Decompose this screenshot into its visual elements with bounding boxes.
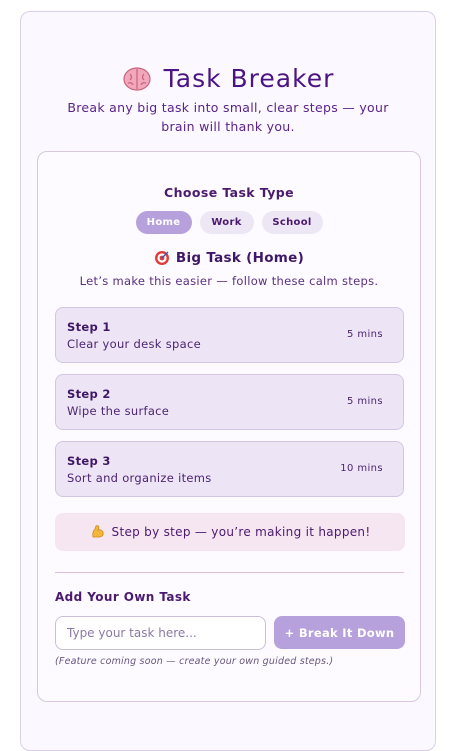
target-icon (154, 251, 169, 265)
app-title: Task Breaker (21, 64, 435, 94)
feature-note: (Feature coming soon — create your own g… (55, 656, 334, 667)
step-name: Step 3 (67, 454, 111, 468)
divider (55, 572, 404, 573)
big-task-heading: Big Task (Home) (38, 250, 420, 266)
tab-school[interactable]: School (261, 211, 323, 234)
step-name: Step 2 (67, 387, 111, 401)
flexed-bicep-icon (91, 525, 104, 538)
step-card: Step 1 Clear your desk space 5 mins (55, 307, 404, 363)
encouragement-banner: Step by step — you’re making it happen! (55, 513, 405, 551)
app-title-text: Task Breaker (163, 64, 335, 93)
app-subtitle: Break any big task into small, clear ste… (67, 100, 389, 134)
step-card: Step 2 Wipe the surface 5 mins (55, 374, 404, 430)
task-type-label: Choose Task Type (164, 185, 294, 200)
step-time: 5 mins (346, 396, 383, 407)
step-description: Wipe the surface (67, 404, 170, 418)
encouragement-text: Step by step — you’re making it happen! (111, 525, 371, 539)
task-type-tabs: Home Work School (38, 211, 420, 234)
step-name: Step 1 (67, 320, 111, 334)
break-it-down-button[interactable]: + Break It Down (274, 616, 405, 649)
step-time: 10 mins (340, 463, 383, 474)
task-intro: Let’s make this easier — follow these ca… (79, 274, 379, 288)
own-task-label: Add Your Own Task (55, 590, 191, 604)
brain-icon (123, 67, 151, 91)
tab-work[interactable]: Work (199, 211, 254, 234)
task-card: Choose Task Type Home Work School Big Ta… (37, 151, 421, 702)
big-task-title: Big Task (Home) (175, 250, 305, 266)
step-time: 5 mins (346, 329, 383, 340)
task-input[interactable] (55, 616, 266, 650)
tab-home[interactable]: Home (135, 211, 192, 234)
step-description: Clear your desk space (67, 337, 201, 351)
step-description: Sort and organize items (67, 471, 212, 485)
step-card: Step 3 Sort and organize items 10 mins (55, 441, 404, 497)
